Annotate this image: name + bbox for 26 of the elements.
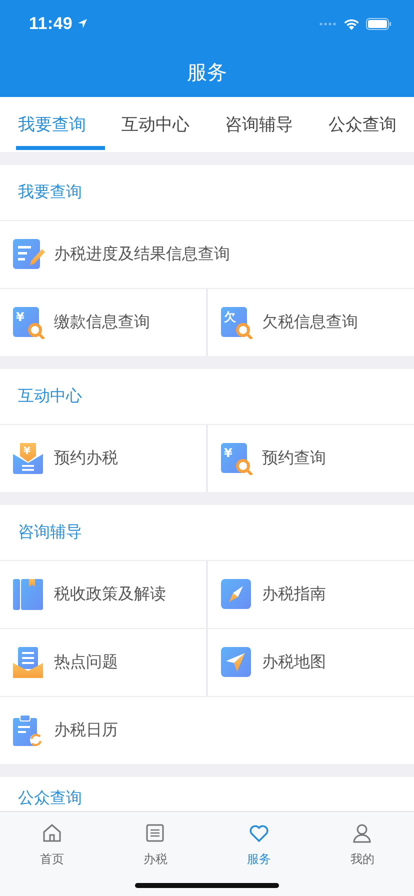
list-icon xyxy=(144,822,166,844)
section-title: 咨询辅导 xyxy=(18,523,82,543)
tab-bar-item[interactable]: 我的 xyxy=(310,822,414,868)
category-tab[interactable]: 我要查询 xyxy=(0,97,104,152)
document-tray-icon xyxy=(12,646,45,679)
signal-icon xyxy=(319,22,337,26)
tab-bar-item[interactable]: 办税 xyxy=(104,822,207,868)
section-title: 我要查询 xyxy=(18,182,82,203)
section-title: 互动中心 xyxy=(18,386,82,407)
document-pencil-icon xyxy=(12,238,45,271)
category-tab[interactable]: 互动中心 xyxy=(104,97,207,152)
paper-plane-icon xyxy=(220,646,253,679)
book-icon xyxy=(12,578,45,611)
location-arrow-icon xyxy=(76,18,88,29)
page-title: 服务 xyxy=(187,60,227,86)
section-title: 公众查询 xyxy=(18,788,82,809)
tab-bar-item[interactable]: 首页 xyxy=(0,822,104,868)
battery-icon xyxy=(366,18,392,30)
status-time: 11:49 xyxy=(29,14,73,34)
home-icon xyxy=(40,822,63,844)
category-tab[interactable]: 公众查询 xyxy=(310,97,414,152)
person-icon xyxy=(351,822,374,844)
wifi-icon xyxy=(343,18,360,30)
heart-icon xyxy=(248,822,270,844)
category-tab[interactable]: 咨询辅导 xyxy=(207,97,310,152)
compass-icon xyxy=(220,578,253,611)
